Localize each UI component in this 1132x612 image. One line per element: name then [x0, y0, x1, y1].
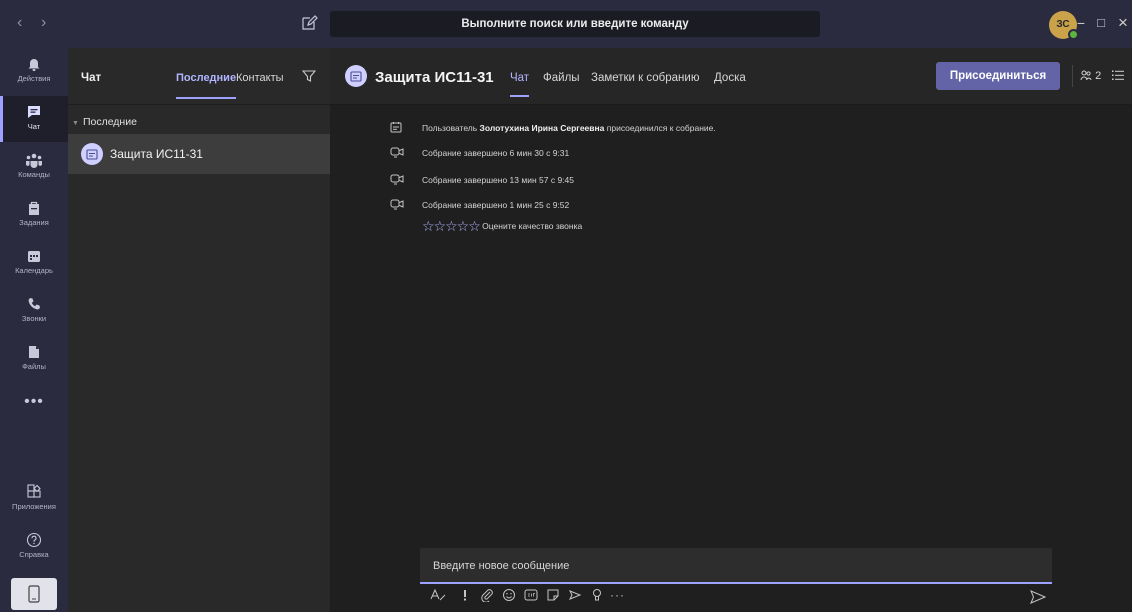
back-button[interactable]: ‹ — [17, 15, 22, 31]
rail-apps[interactable]: Приложения — [0, 476, 68, 522]
meet-now-icon[interactable] — [568, 588, 582, 605]
phone-icon — [28, 298, 40, 310]
tab-chat[interactable]: Чат — [510, 72, 530, 97]
meeting-icon — [345, 65, 367, 87]
avatar-initials: ЗС — [1056, 19, 1070, 30]
rail-calendar[interactable]: Календарь — [0, 240, 68, 286]
help-icon — [26, 532, 42, 548]
search-input[interactable]: Выполните поиск или введите команду — [330, 11, 820, 37]
send-icon[interactable] — [1030, 590, 1047, 607]
tab-files[interactable]: Файлы — [543, 72, 580, 84]
rail-label: Файлы — [22, 362, 46, 371]
rail-label: Чат — [27, 122, 41, 131]
list-header: Чат Последние Контакты — [68, 48, 330, 105]
list-title: Чат — [81, 72, 102, 84]
meeting-icon — [81, 143, 103, 165]
active-indicator — [0, 96, 3, 142]
message-text: Пользователь — [422, 123, 480, 133]
apps-icon — [27, 484, 41, 498]
tab-recent[interactable]: Последние — [176, 72, 237, 99]
bell-icon — [28, 59, 40, 71]
message-text: Собрание завершено 13 мин 57 с 9:45 — [422, 175, 574, 185]
message-text: присоединился к собрание. — [604, 123, 716, 133]
rail-label: Календарь — [15, 266, 53, 275]
rail-assignments[interactable]: Задания — [0, 192, 68, 238]
page-title: Защита ИС11-31 — [375, 69, 494, 86]
more-options-icon[interactable]: ··· — [610, 588, 625, 602]
format-icon[interactable] — [430, 588, 446, 605]
message-placeholder: Введите новое сообщение — [433, 560, 570, 572]
important-icon[interactable] — [462, 588, 468, 605]
emoji-icon[interactable] — [502, 588, 516, 605]
calendar-icon — [28, 251, 40, 262]
chat-icon — [28, 106, 40, 118]
filter-icon[interactable] — [301, 69, 317, 86]
rail-label: Действия — [17, 74, 51, 83]
title-bar: ‹ › Выполните поиск или введите команду … — [0, 0, 1132, 48]
device-button[interactable] — [11, 578, 57, 610]
chevron-down-icon: ▼ — [72, 120, 79, 127]
rail-teams[interactable]: Команды — [0, 144, 68, 190]
rail-files[interactable]: Файлы — [0, 336, 68, 382]
teams-icon — [26, 153, 42, 168]
rail-calls[interactable]: Звонки — [0, 288, 68, 334]
user-name[interactable]: Золотухина Ирина Сергеевна — [480, 123, 605, 133]
file-icon — [29, 346, 39, 358]
rail-help[interactable]: Справка — [0, 524, 68, 570]
message-text: Собрание завершено 6 мин 30 с 9:31 — [422, 148, 570, 158]
close-button[interactable]: × — [1114, 14, 1132, 32]
message-text: Собрание завершено 1 мин 25 с 9:52 — [422, 200, 570, 210]
maximize-button[interactable]: □ — [1092, 14, 1110, 32]
forward-button[interactable]: › — [41, 15, 46, 31]
join-button[interactable]: Присоединиться — [936, 62, 1060, 90]
conversation-header: Защита ИС11-31 Чат Файлы Заметки к собра… — [330, 48, 1132, 105]
mobile-device-icon — [28, 585, 40, 603]
main-pane: Защита ИС11-31 Чат Файлы Заметки к собра… — [330, 48, 1132, 612]
meeting-join-icon — [390, 121, 402, 135]
new-chat-icon[interactable] — [300, 14, 318, 32]
people-icon — [1080, 70, 1092, 81]
tab-meeting-notes[interactable]: Заметки к собранию — [591, 72, 699, 84]
attach-icon[interactable] — [480, 588, 494, 605]
more-apps-button[interactable]: ••• — [0, 393, 68, 411]
participants-button[interactable]: 2 — [1080, 69, 1101, 82]
meeting-ended-icon — [390, 173, 404, 187]
rating-stars[interactable]: ☆☆☆☆☆ — [422, 218, 481, 234]
tab-label: Чат — [510, 72, 530, 84]
tab-underline — [176, 97, 237, 99]
rail-activity[interactable]: Действия — [0, 48, 68, 94]
section-header[interactable]: ▼ Последние — [72, 116, 137, 128]
rail-chat[interactable]: Чат — [0, 96, 68, 142]
chat-list-pane: Чат Последние Контакты ▼ Последние Защита… — [68, 48, 330, 612]
rating-label: Оцените качество звонка — [482, 221, 583, 231]
assignments-icon — [29, 201, 39, 215]
list-icon[interactable] — [1112, 69, 1124, 84]
rail-label: Команды — [18, 170, 50, 179]
app-rail: Действия Чат Команды Задания Календарь З… — [0, 48, 68, 612]
meeting-ended-icon — [390, 198, 404, 212]
rail-label: Звонки — [21, 314, 47, 323]
tab-whiteboard[interactable]: Доска — [714, 72, 746, 84]
rail-label: Справка — [19, 550, 49, 559]
meeting-ended-icon — [390, 146, 404, 160]
list-item-name: Защита ИС11-31 — [110, 147, 203, 161]
gif-icon[interactable] — [524, 588, 538, 605]
call-rating: ☆☆☆☆☆ Оцените качество звонка — [422, 218, 582, 235]
tab-label: Последние — [176, 72, 237, 84]
divider — [1072, 65, 1073, 87]
section-label: Последние — [82, 116, 137, 128]
list-item[interactable]: Защита ИС11-31 — [68, 134, 330, 174]
minimize-button[interactable]: − — [1072, 14, 1090, 32]
participants-count: 2 — [1095, 70, 1102, 82]
message-input[interactable]: Введите новое сообщение — [420, 548, 1052, 584]
rail-label: Приложения — [12, 502, 56, 511]
sticker-icon[interactable] — [546, 588, 560, 605]
praise-icon[interactable] — [590, 588, 604, 605]
tab-contacts[interactable]: Контакты — [236, 72, 284, 84]
tab-underline — [510, 95, 530, 97]
rail-label: Задания — [19, 218, 49, 227]
